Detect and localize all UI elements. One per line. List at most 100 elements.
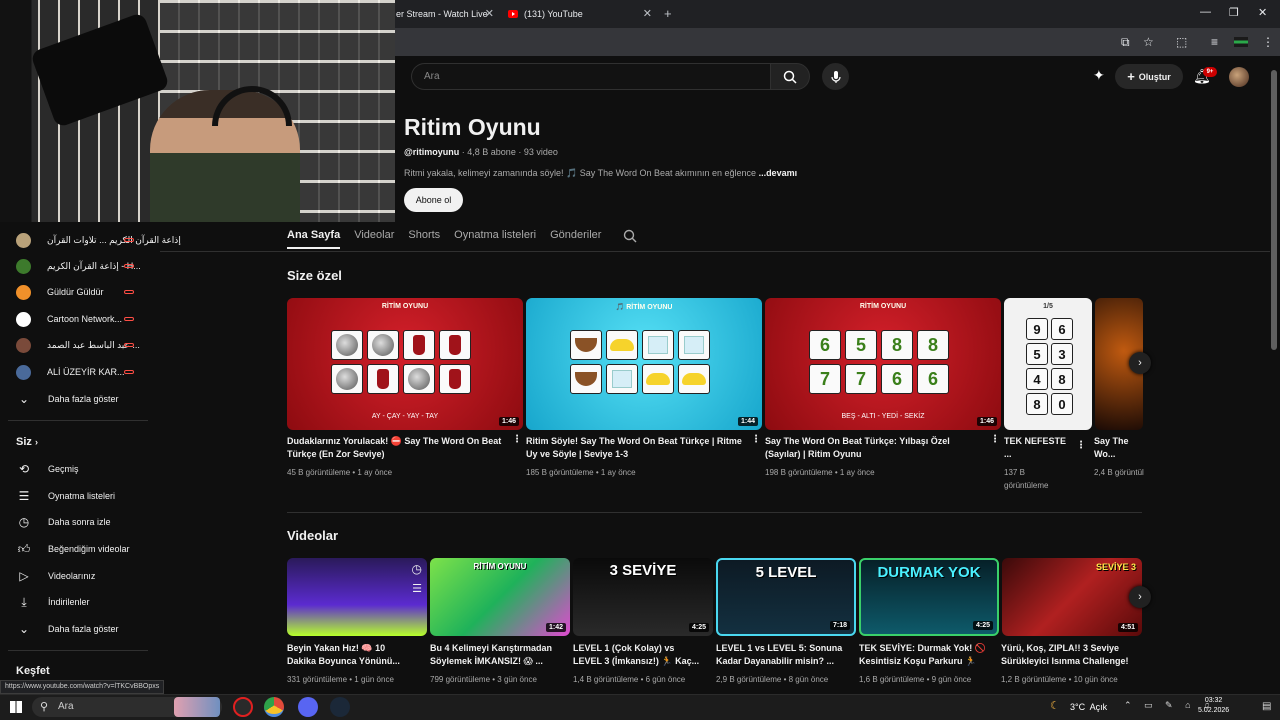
video-title[interactable]: Dudaklarınız Yorulacak! ⛔ Say The Word O… [287,435,507,462]
search-input[interactable]: Ara [411,63,770,90]
subscribe-button[interactable]: Abone ol [404,188,463,212]
tab-home[interactable]: Ana Sayfa [287,229,341,249]
more-actions-icon[interactable]: ⋮ [990,434,1000,445]
close-window-icon[interactable]: ✕ [1258,6,1267,19]
video-thumbnail[interactable]: 1/5 96 53 48 80 [1004,298,1092,430]
tab-close-icon[interactable]: ✕ [643,7,652,20]
profile-flag-icon[interactable] [1234,37,1248,47]
sidebar-item-liked[interactable]: 👍︎ Beğendiğim videolar [16,538,130,560]
windows-start-icon[interactable] [10,701,22,713]
add-to-queue-icon[interactable]: ☰ [412,582,422,595]
sidebar-divider [8,650,148,651]
tab-shorts[interactable]: Shorts [408,229,440,249]
video-title[interactable]: Say The Wo... Düşme! ❌ [1094,435,1144,462]
section-title-for-you: Size özel [287,268,342,283]
video-title[interactable]: Bu 4 Kelimeyi Karıştırmadan Söylemek İMK… [430,642,558,669]
sidebar-item-watch-later[interactable]: ◷ Daha sonra izle [16,511,111,533]
video-thumbnail[interactable]: 5 LEVEL 7:18 [716,558,856,636]
restore-icon[interactable]: ❐ [1229,6,1239,19]
sidebar-subscription[interactable]: Güldür Güldür [16,281,104,303]
sidebar-you-heading[interactable]: Siz › [16,436,38,448]
sidebar-divider [8,420,148,421]
sidebar-item-your-videos[interactable]: ▷ Videolarınız [16,565,95,587]
video-thumbnail[interactable]: RİTİM OYUNU 6588 7766 BEŞ - ALTI - YEDİ … [765,298,1001,430]
media-control-icon[interactable]: ≡ [1211,35,1218,49]
channel-avatar [16,364,31,380]
channel-name: Ritim Oyunu [404,114,541,140]
video-thumbnail[interactable]: RİTİM OYUNU AY - ÇAY - YAY - TAY 1:46 [287,298,523,430]
more-actions-icon[interactable]: ⋮ [1076,440,1086,451]
video-title[interactable]: Ritim Söyle! Say The Word On Beat Türkçe… [526,435,748,462]
thumbnail-grid [331,330,471,394]
video-title[interactable]: LEVEL 1 vs LEVEL 5: Sonuna Kadar Dayanab… [716,642,844,669]
taskbar-app-recorder[interactable] [233,697,253,717]
video-meta: 1,2 B görüntüleme • 10 gün önce [1001,675,1118,684]
video-thumbnail[interactable]: RİTİM OYUNU 1:42 [430,558,570,636]
video-thumbnail[interactable]: ◷ ☰ [287,558,427,636]
video-thumbnail[interactable]: DURMAK YOK 4:25 [859,558,999,636]
notification-center-icon[interactable]: ▤ [1262,701,1271,712]
sidebar-show-more[interactable]: ⌄ Daha fazla göster [16,388,119,410]
search-button[interactable] [770,63,810,90]
new-tab-button[interactable]: + [664,6,672,21]
chrome-icon[interactable] [264,697,284,717]
channel-avatar [16,337,31,353]
carousel-next-button[interactable]: › [1129,352,1151,374]
video-title[interactable]: Beyin Yakan Hız! 🧠 10 Dakika Boyunca Yön… [287,642,415,669]
voice-search-button[interactable] [822,63,849,90]
video-title[interactable]: TEK SEVİYE: Durmak Yok! 🚫 Kesintisiz Koş… [859,642,987,669]
video-thumbnail[interactable]: 🎵 RİTİM OYUNU 1:44 [526,298,762,430]
description-more-link[interactable]: ...devamı [759,168,798,178]
steam-icon[interactable] [330,697,350,717]
browser-menu-icon[interactable]: ⋮ [1262,35,1274,49]
tab-playlists[interactable]: Oynatma listeleri [454,229,536,249]
video-thumbnail[interactable]: SEVİYE 3 4:51 [1002,558,1142,636]
more-actions-icon[interactable]: ⋮ [512,434,522,445]
channel-stats: · 4,8 B abone · 93 video [459,147,558,157]
sidebar-show-more[interactable]: ⌄ Daha fazla göster [16,618,119,640]
video-title[interactable]: TEK NEFESTE ... [1004,435,1068,462]
sidebar-subscription[interactable]: إذاعة القرآن الكريم - H... [16,255,141,277]
create-button[interactable]: + Oluştur [1115,64,1183,89]
chevron-down-icon: ⌄ [18,622,30,636]
extensions-icon[interactable]: ⬚ [1176,35,1187,49]
video-meta: 331 görüntüleme • 1 gün önce [287,675,394,684]
sidebar-subscription[interactable]: Cartoon Network... [16,308,122,330]
video-thumbnail[interactable]: 3 SEVİYE 4:25 [573,558,713,636]
sidebar-subscription[interactable]: ALİ ÜZEYİR KAR... [16,361,125,383]
live-indicator-icon [124,343,134,347]
more-actions-icon[interactable]: ⋮ [751,434,761,445]
account-avatar[interactable] [1229,67,1249,87]
channel-avatar [16,258,31,274]
sidebar-subscription[interactable]: عبد الباسط عبد الصمد ... [16,334,140,356]
video-title[interactable]: Say The Word On Beat Türkçe: Yılbaşı Öze… [765,435,987,462]
weather-text[interactable]: 3°C Açık [1070,702,1107,712]
live-indicator-icon [124,317,134,321]
browser-tab-youtube[interactable]: (131) YouTube ✕ [508,4,652,24]
sidebar-item-history[interactable]: ⟲ Geçmiş [16,458,79,480]
minimize-icon[interactable]: — [1200,6,1211,18]
sidebar-item-playlists[interactable]: ☰ Oynatma listeleri [16,485,115,507]
taskbar-clock[interactable]: 03:32 5.02.2026 [1198,696,1229,716]
video-title[interactable]: LEVEL 1 (Çok Kolay) vs LEVEL 3 (İmkansız… [573,642,701,669]
discord-icon[interactable] [298,697,318,717]
install-app-icon[interactable]: ⧉ [1121,35,1130,50]
tab-posts[interactable]: Gönderiler [550,229,601,249]
microphone-icon [830,70,841,83]
watch-later-icon[interactable]: ◷ [412,562,422,576]
webcam-overlay [0,0,395,222]
sidebar-subscription[interactable]: إذاعة القرآن الكريم ... تلاوات القرآن [16,229,181,251]
sidebar-item-downloads[interactable]: ⤓ İndirilenler [16,591,89,613]
sparkle-icon[interactable]: ✦ [1093,67,1105,84]
tab-close-icon[interactable]: ✕ [485,7,494,20]
taskbar-app-media[interactable] [174,697,220,717]
video-title[interactable]: Yürü, Koş, ZIPLA!! 3 Seviye Sürükleyici … [1001,642,1131,669]
carousel-next-button[interactable]: › [1129,586,1151,608]
tab-videos[interactable]: Videolar [354,229,394,249]
channel-search-icon[interactable] [623,229,637,243]
channel-description[interactable]: Ritmi yakala, kelimeyi zamanında söyle! … [404,168,797,179]
browser-tab-stream[interactable]: er Stream - Watch Live ✕ [396,4,494,24]
bookmark-star-icon[interactable]: ☆ [1143,35,1154,49]
page-scrollbar[interactable] [1271,70,1277,350]
channel-handle[interactable]: @ritimoyunu [404,147,459,157]
